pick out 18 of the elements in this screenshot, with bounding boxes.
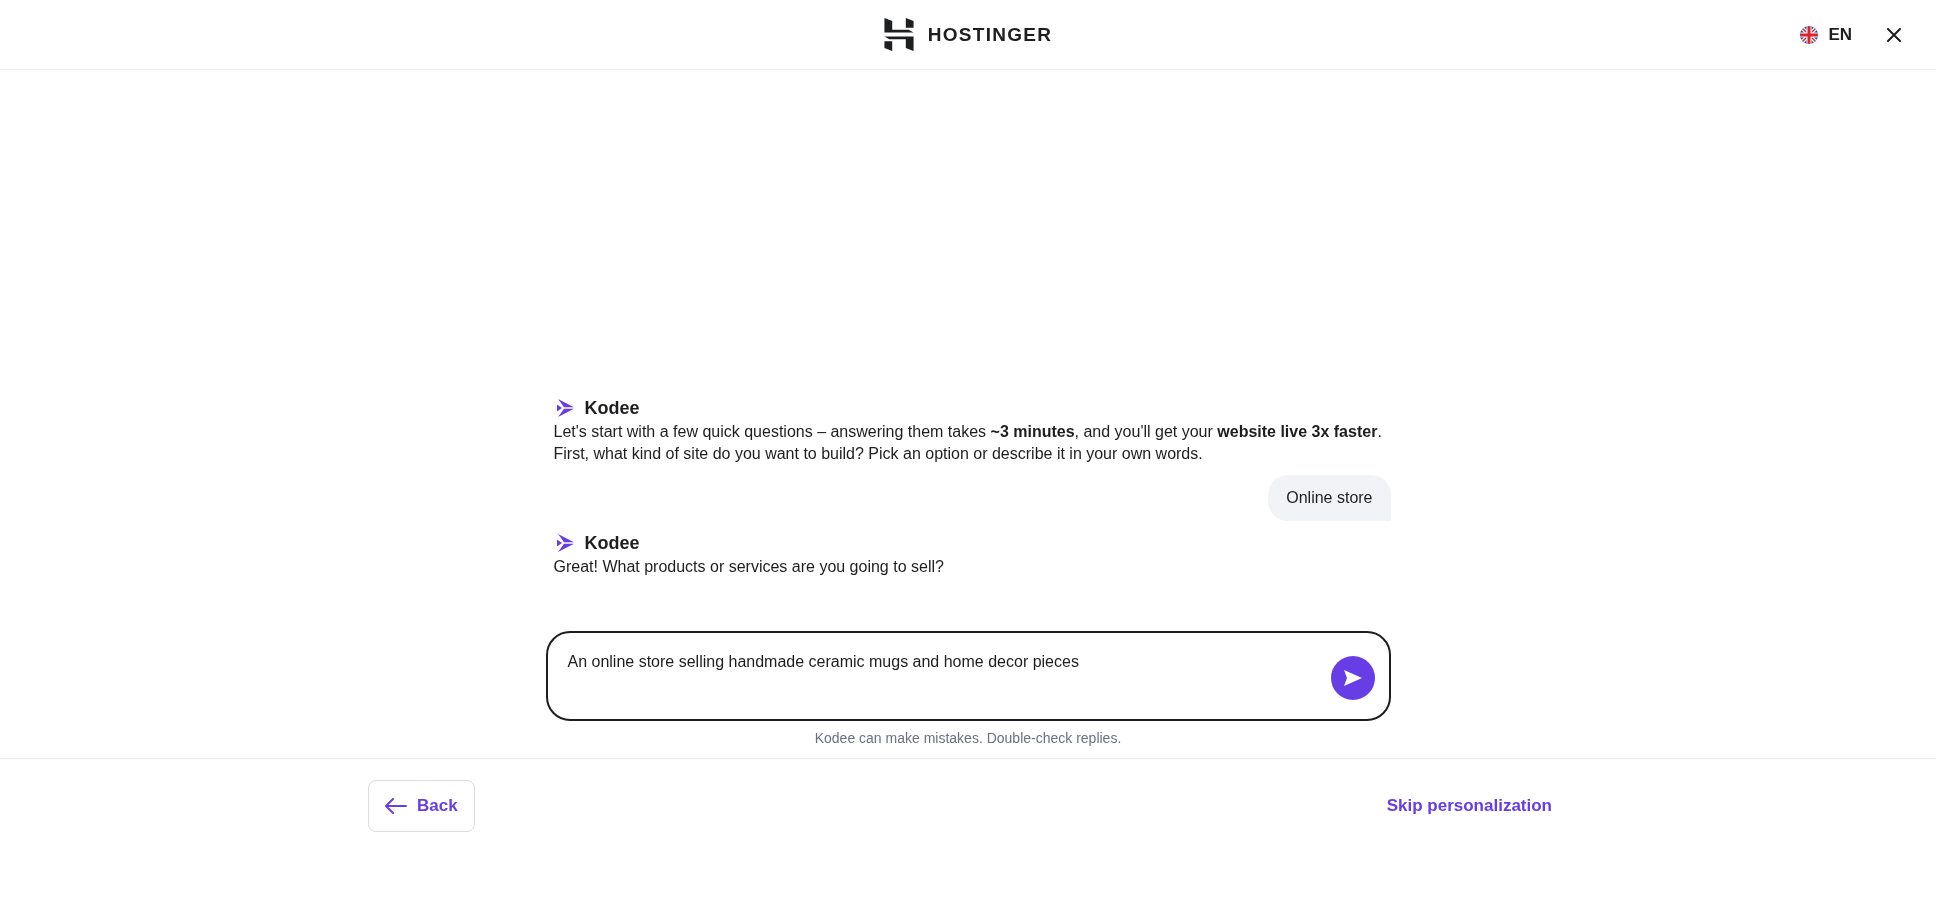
skip-button[interactable]: Skip personalization — [1370, 788, 1568, 824]
back-button[interactable]: Back — [368, 780, 475, 832]
message-input[interactable]: An online store selling handmade ceramic mugs and home decor pieces — [545, 631, 1391, 721]
arrow-left-icon — [385, 798, 407, 814]
send-icon — [1342, 669, 1363, 687]
user-message: Online store — [1268, 475, 1391, 521]
sender-name: Kodee — [584, 532, 640, 554]
message-text: Let's start with a few quick questions – answering them takes ~3 minutes, and you'll get your website live 3x faster. First, what kind of site do you want to build? Pick an option or describe it in your own words. — [552, 422, 1383, 464]
language-button[interactable]: EN — [1800, 24, 1852, 45]
logo-icon — [883, 18, 914, 51]
kodee-icon — [556, 534, 575, 552]
message-text: Great! What products or services are you going to sell? — [552, 557, 945, 577]
sender-name: Kodee — [584, 397, 640, 419]
disclaimer-text: Kodee can make mistakes. Double-check replies. — [813, 729, 1123, 747]
logo-text: HOSTINGER — [927, 23, 1053, 46]
flag-icon — [1800, 25, 1819, 44]
close-icon — [1887, 27, 1901, 42]
kodee-icon — [556, 399, 575, 417]
